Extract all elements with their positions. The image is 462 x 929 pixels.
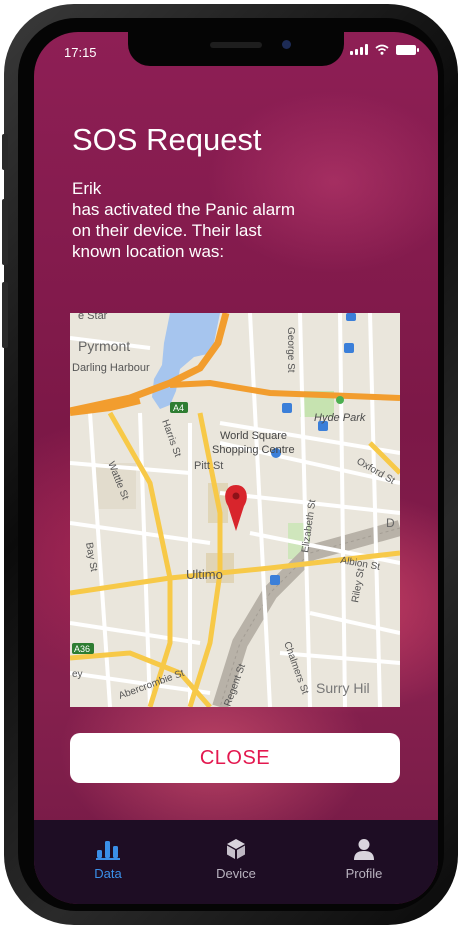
close-button[interactable]: CLOSE [70, 733, 400, 783]
map-label-a4: A4 [173, 403, 184, 413]
map-shield-a36: A36 [72, 643, 94, 654]
volume-up-button [2, 199, 8, 265]
tab-device[interactable]: Device [181, 820, 291, 904]
alert-message-line: known location was: [72, 242, 225, 261]
map-label-surry-hills: Surry Hil [316, 680, 370, 696]
alert-message-line: has activated the Panic alarm [72, 200, 296, 219]
volume-down-button [2, 282, 8, 348]
bar-chart-icon [96, 841, 120, 860]
tab-profile[interactable]: Profile [309, 820, 419, 904]
speaker [210, 42, 262, 48]
alert-message-line: Erik [72, 179, 102, 198]
alert-message-line: on their device. Their last [72, 221, 262, 240]
mute-switch [2, 134, 8, 170]
map-label-hyde-park: Hyde Park [314, 412, 366, 424]
cube-icon [227, 839, 245, 859]
tab-profile-label: Profile [345, 866, 383, 881]
map-label-darling-harbour: Darling Harbour [72, 362, 150, 374]
map-label-world-square-1: World Square [220, 430, 287, 442]
map-label-pitt-st: Pitt St [194, 460, 223, 472]
map-label-a36: A36 [74, 644, 90, 654]
tab-device-label: Device [216, 866, 256, 881]
map-label-ey: ey [72, 669, 83, 680]
map-shield-a4: A4 [170, 402, 188, 413]
battery-icon [396, 45, 419, 55]
status-icons [350, 44, 419, 55]
screen: 17:15 SOS Request Erik has activated the… [34, 32, 438, 904]
map-label-ultimo: Ultimo [186, 567, 223, 582]
map-label-star: e Star [78, 313, 108, 322]
map-label-pyrmont: Pyrmont [78, 338, 130, 354]
tab-bar: Data Device Profile [34, 820, 438, 904]
wifi-icon [375, 44, 389, 55]
signal-icon [350, 44, 368, 55]
location-map[interactable]: e Star Pyrmont Darling Harbour George St… [70, 313, 400, 707]
alert-message: Erik has activated the Panic alarm on th… [72, 178, 372, 262]
front-camera [282, 40, 291, 49]
map-label-george-st: George St [285, 327, 296, 373]
status-time: 17:15 [64, 45, 97, 60]
tab-data[interactable]: Data [53, 820, 163, 904]
map-label-world-square-2: Shopping Centre [212, 444, 295, 456]
person-icon [354, 839, 374, 860]
page-title: SOS Request [72, 122, 262, 157]
map-label-d: D [386, 516, 395, 530]
tab-data-label: Data [94, 866, 122, 881]
notch [128, 32, 344, 66]
